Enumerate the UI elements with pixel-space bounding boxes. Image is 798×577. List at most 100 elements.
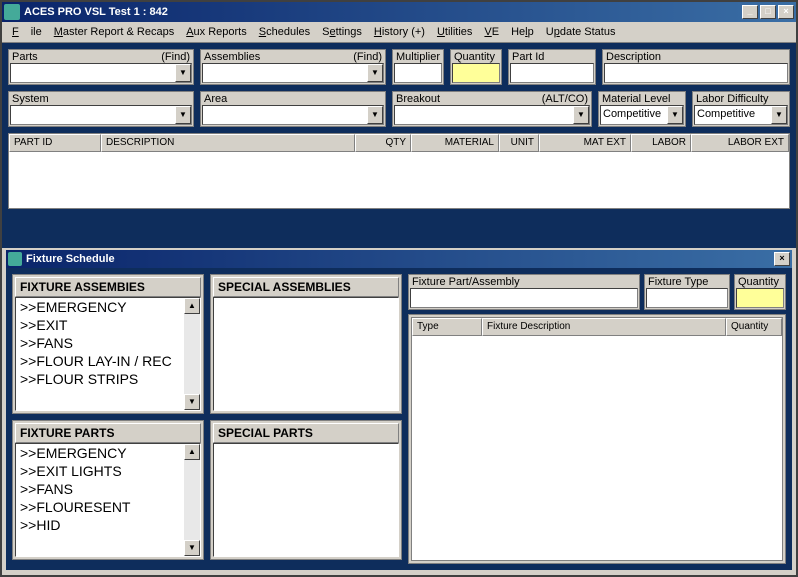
scroll-down-icon[interactable]: ▼ (184, 540, 200, 556)
fixture-part-assembly-field: Fixture Part/Assembly (408, 274, 640, 310)
parts-field: Parts(Find) ▼ (8, 49, 194, 85)
dropdown-icon[interactable]: ▼ (573, 106, 589, 124)
th-mat[interactable]: MATERIAL (411, 134, 499, 152)
close-button[interactable]: × (778, 5, 794, 19)
partid-input[interactable] (510, 63, 594, 83)
minimize-button[interactable]: _ (742, 5, 758, 19)
sub-table-wrap: Type Fixture Description Quantity (408, 314, 786, 564)
th-qty[interactable]: Quantity (726, 318, 782, 336)
dropdown-icon[interactable]: ▼ (175, 64, 191, 82)
list-item[interactable]: >>EMERGENCY (16, 444, 200, 462)
list-item[interactable]: >>EXIT LIGHTS (16, 462, 200, 480)
fixture-parts-panel: FIXTURE PARTS >>EMERGENCY >>EXIT LIGHTS … (12, 420, 204, 560)
sub-close-button[interactable]: × (774, 252, 790, 266)
matlevel-label: Material Level (602, 93, 670, 105)
system-field: System ▼ (8, 91, 194, 127)
dropdown-icon[interactable]: ▼ (771, 106, 787, 124)
sub-title: Fixture Schedule (26, 253, 774, 265)
dropdown-icon[interactable]: ▼ (367, 64, 383, 82)
quantity-input[interactable] (452, 63, 500, 83)
list-item[interactable]: >>FLOUR STRIPS (16, 370, 200, 388)
list-item[interactable]: >>FANS (16, 334, 200, 352)
assemblies-hint: (Find) (353, 51, 382, 63)
th-qty[interactable]: QTY (355, 134, 411, 152)
table-body[interactable] (9, 152, 789, 208)
special-assemblies-list[interactable] (213, 297, 399, 411)
th-unit[interactable]: UNIT (499, 134, 539, 152)
fixture-parts-list[interactable]: >>EMERGENCY >>EXIT LIGHTS >>FANS >>FLOUR… (15, 443, 201, 557)
list-item[interactable]: >>FANS (16, 480, 200, 498)
breakout-input[interactable]: ▼ (394, 105, 590, 125)
th-desc[interactable]: DESCRIPTION (101, 134, 355, 152)
matlevel-field: Material Level Competitive▼ (598, 91, 686, 127)
area-input[interactable]: ▼ (202, 105, 384, 125)
system-input[interactable]: ▼ (10, 105, 192, 125)
menu-ve[interactable]: VE (478, 24, 505, 40)
menu-history[interactable]: History (+) (368, 24, 431, 40)
multiplier-input[interactable] (394, 63, 442, 83)
dropdown-icon[interactable]: ▼ (175, 106, 191, 124)
scrollbar[interactable]: ▲▼ (184, 298, 200, 410)
ftype-input[interactable] (646, 288, 728, 308)
maximize-button[interactable]: □ (760, 5, 776, 19)
menu-update[interactable]: Update Status (540, 24, 622, 40)
dropdown-icon[interactable]: ▼ (667, 106, 683, 124)
fixture-assemblies-list[interactable]: >>EMERGENCY >>EXIT >>FANS >>FLOUR LAY-IN… (15, 297, 201, 411)
special-parts-panel: SPECIAL PARTS (210, 420, 402, 560)
th-matext[interactable]: MAT EXT (539, 134, 631, 152)
window-controls: _ □ × (742, 5, 794, 19)
labordiff-input[interactable]: Competitive▼ (694, 105, 788, 125)
sub-qty-input[interactable] (736, 288, 784, 308)
list-item[interactable]: >>FLOURESENT (16, 498, 200, 516)
labordiff-field: Labor Difficulty Competitive▼ (692, 91, 790, 127)
sub-icon (8, 252, 22, 266)
menu-file[interactable]: File (6, 24, 48, 40)
parts-label: Parts (12, 51, 38, 63)
th-laborext[interactable]: LABOR EXT (691, 134, 789, 152)
th-fdesc[interactable]: Fixture Description (482, 318, 726, 336)
menu-aux[interactable]: Aux Reports (180, 24, 253, 40)
menu-schedules[interactable]: Schedules (253, 24, 316, 40)
assemblies-input[interactable]: ▼ (202, 63, 384, 83)
system-label: System (12, 93, 49, 105)
sub-table: Type Fixture Description Quantity (411, 317, 783, 561)
sub-table-body[interactable] (412, 336, 782, 560)
th-partid[interactable]: PART ID (9, 134, 101, 152)
menu-help[interactable]: Help (505, 24, 540, 40)
menu-utilities[interactable]: Utilities (431, 24, 478, 40)
multiplier-label: Multiplier (396, 51, 440, 63)
scroll-up-icon[interactable]: ▲ (184, 298, 200, 314)
menu-master[interactable]: Master Report & Recaps (48, 24, 180, 40)
special-parts-list[interactable] (213, 443, 399, 557)
parts-input[interactable]: ▼ (10, 63, 192, 83)
sub-quantity-field: Quantity (734, 274, 786, 310)
partid-label: Part Id (512, 51, 544, 63)
menu-settings[interactable]: Settings (316, 24, 368, 40)
sub-qty-label: Quantity (738, 276, 779, 288)
quantity-field: Quantity (450, 49, 502, 85)
scroll-down-icon[interactable]: ▼ (184, 394, 200, 410)
fixture-type-field: Fixture Type (644, 274, 730, 310)
scroll-up-icon[interactable]: ▲ (184, 444, 200, 460)
th-labor[interactable]: LABOR (631, 134, 691, 152)
area-label: Area (204, 93, 227, 105)
matlevel-input[interactable]: Competitive▼ (600, 105, 684, 125)
multiplier-field: Multiplier (392, 49, 444, 85)
sub-table-header: Type Fixture Description Quantity (412, 318, 782, 336)
ftype-label: Fixture Type (648, 276, 708, 288)
sub-titlebar: Fixture Schedule × (6, 250, 792, 268)
list-item[interactable]: >>EXIT (16, 316, 200, 334)
list-item[interactable]: >>EMERGENCY (16, 298, 200, 316)
window-title: ACES PRO VSL Test 1 : 842 (24, 6, 742, 18)
dropdown-icon[interactable]: ▼ (367, 106, 383, 124)
list-item[interactable]: >>FLOUR LAY-IN / REC (16, 352, 200, 370)
th-type[interactable]: Type (412, 318, 482, 336)
description-label: Description (606, 51, 661, 63)
scrollbar[interactable]: ▲▼ (184, 444, 200, 556)
assemblies-field: Assemblies (Find) ▼ (200, 49, 386, 85)
fpa-input[interactable] (410, 288, 638, 308)
assemblies-label: Assemblies (204, 51, 260, 63)
list-item[interactable]: >>HID (16, 516, 200, 534)
description-input[interactable] (604, 63, 788, 83)
partid-field: Part Id (508, 49, 596, 85)
